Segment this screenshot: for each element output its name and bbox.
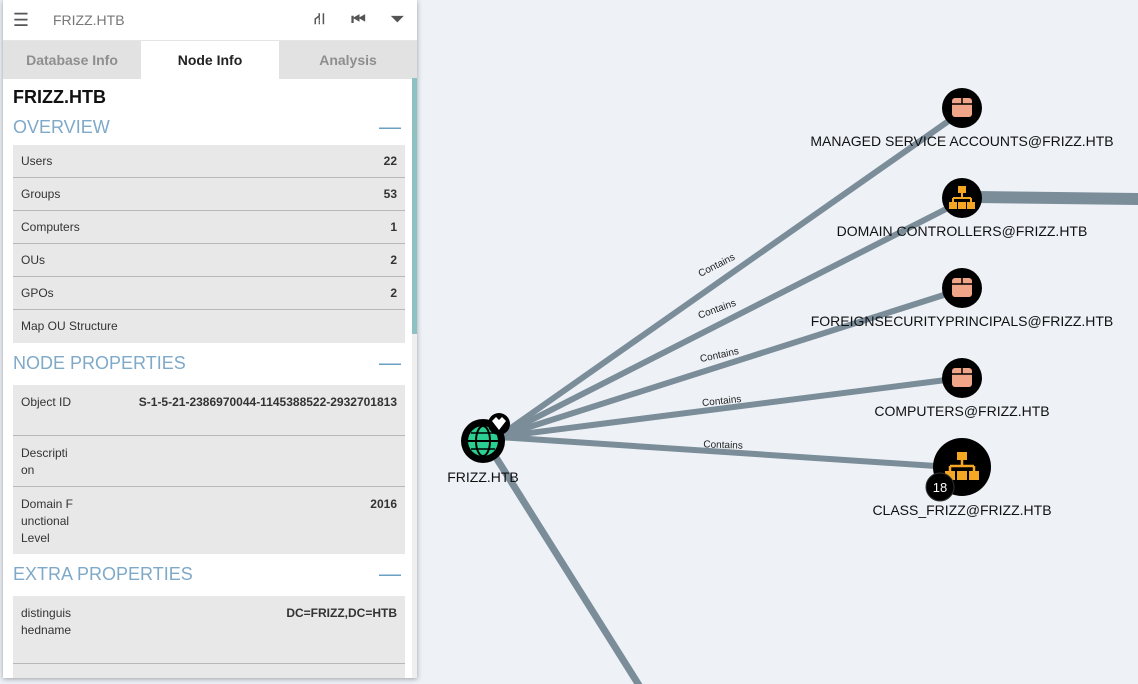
tab-analysis[interactable]: Analysis xyxy=(279,41,417,79)
collapse-icon[interactable]: — xyxy=(379,561,405,587)
extra-properties-header[interactable]: EXTRA PROPERTIES — xyxy=(13,556,405,592)
row-label: distinguishedname xyxy=(21,606,72,637)
scrollbar-thumb[interactable] xyxy=(412,78,417,334)
ou-node-class-frizz[interactable]: 18 CLASS_FRIZZ@FRIZZ.HTB xyxy=(872,438,1052,518)
collapsed-count-badge: 18 xyxy=(925,472,955,502)
node-title: FRIZZ.HTB xyxy=(13,87,106,107)
badge-count: 18 xyxy=(933,480,947,495)
node-label: FRIZZ.HTB xyxy=(447,469,519,485)
edge-offscreen-right[interactable] xyxy=(974,191,1138,205)
ou-node-domain-controllers[interactable]: DOMAIN CONTROLLERS@FRIZZ.HTB xyxy=(837,178,1088,239)
row-value: 2016 xyxy=(370,497,397,511)
container-icon xyxy=(952,368,972,387)
node-properties-header[interactable]: NODE PROPERTIES — xyxy=(13,345,405,381)
container-node-managed-service-accounts[interactable]: MANAGED SERVICE ACCOUNTS@FRIZZ.HTB xyxy=(810,88,1114,149)
node-label: COMPUTERS@FRIZZ.HTB xyxy=(874,403,1049,419)
row-label: Users xyxy=(21,153,53,168)
row-value: 2 xyxy=(390,285,397,300)
collapse-icon[interactable]: — xyxy=(379,114,405,140)
row-label: Domain Functional Level xyxy=(21,497,74,545)
row-label: Groups xyxy=(21,186,61,201)
pathfinding-icon[interactable]: ⛙ xyxy=(300,10,339,30)
section-title: NODE PROPERTIES xyxy=(13,352,186,373)
node-properties-list: Object ID S-1-5-21-2386970044-1145388522… xyxy=(13,385,405,554)
overview-list: Users 22 Groups 53 Computers 1 OUs 2 GPO… xyxy=(13,145,405,343)
node-label: FOREIGNSECURITYPRINCIPALS@FRIZZ.HTB xyxy=(811,313,1114,329)
row-label: GPOs xyxy=(21,285,54,300)
row-value: 2 xyxy=(390,252,397,267)
row-label: Map OU Structure xyxy=(21,319,118,333)
overview-row-computers[interactable]: Computers 1 xyxy=(13,211,405,244)
extra-properties-list: distinguishedname DC=FRIZZ,DC=HTB xyxy=(13,596,405,678)
overview-row-map-ou-structure[interactable]: Map OU Structure xyxy=(13,310,405,343)
property-row-partial xyxy=(13,664,405,678)
back-icon[interactable]: ⏮ xyxy=(339,11,378,29)
crown-icon xyxy=(488,413,510,435)
node-label: DOMAIN CONTROLLERS@FRIZZ.HTB xyxy=(837,223,1088,239)
container-node-foreignsecurityprincipals[interactable]: FOREIGNSECURITYPRINCIPALS@FRIZZ.HTB xyxy=(811,268,1114,329)
overview-row-users[interactable]: Users 22 xyxy=(13,145,405,178)
graph-edges xyxy=(482,117,1138,684)
node-label: CLASS_FRIZZ@FRIZZ.HTB xyxy=(872,502,1051,518)
overview-header[interactable]: OVERVIEW — xyxy=(13,109,405,145)
container-icon xyxy=(952,278,972,297)
collapse-icon[interactable]: — xyxy=(379,350,405,376)
overview-row-gpos[interactable]: GPOs 2 xyxy=(13,277,405,310)
row-value: DC=FRIZZ,DC=HTB xyxy=(286,606,397,620)
overview-row-groups[interactable]: Groups 53 xyxy=(13,178,405,211)
property-row-object-id: Object ID S-1-5-21-2386970044-1145388522… xyxy=(13,385,405,436)
overview-row-ous[interactable]: OUs 2 xyxy=(13,244,405,277)
tab-node-info[interactable]: Node Info xyxy=(141,41,279,79)
node-info-content: FRIZZ.HTB OVERVIEW — Users 22 Groups 53 … xyxy=(3,78,417,678)
row-value: 22 xyxy=(383,153,397,168)
row-label: OUs xyxy=(21,252,45,267)
search-bar: ☰ FRIZZ.HTB ⛙ ⏮ ⏷ xyxy=(3,0,417,41)
container-icon xyxy=(952,98,972,117)
hamburger-icon[interactable]: ☰ xyxy=(3,10,39,31)
property-row-domain-functional-level: Domain Functional Level 2016 xyxy=(13,487,405,554)
row-value: 53 xyxy=(383,186,397,201)
row-value: 1 xyxy=(390,219,397,234)
tab-database-info[interactable]: Database Info xyxy=(3,41,141,79)
node-label: MANAGED SERVICE ACCOUNTS@FRIZZ.HTB xyxy=(810,133,1113,149)
section-title: OVERVIEW xyxy=(13,116,110,137)
tab-bar: Database Info Node Info Analysis xyxy=(3,41,417,79)
side-panel: ☰ FRIZZ.HTB ⛙ ⏮ ⏷ Database Info Node Inf… xyxy=(3,0,417,678)
row-value: S-1-5-21-2386970044-1145388522-293270181… xyxy=(138,395,397,409)
edge-label: Contains xyxy=(703,439,743,451)
section-title: EXTRA PROPERTIES xyxy=(13,563,193,584)
row-label: Computers xyxy=(21,219,80,234)
property-row-description: Description xyxy=(13,436,405,487)
domain-node-frizz-htb[interactable]: FRIZZ.HTB xyxy=(447,413,519,485)
row-label: Object ID xyxy=(21,395,72,409)
search-input[interactable]: FRIZZ.HTB xyxy=(39,12,300,28)
row-label: Description xyxy=(21,446,68,477)
property-row-distinguishedname: distinguishedname DC=FRIZZ,DC=HTB xyxy=(13,596,405,664)
filter-icon[interactable]: ⏷ xyxy=(378,11,417,29)
